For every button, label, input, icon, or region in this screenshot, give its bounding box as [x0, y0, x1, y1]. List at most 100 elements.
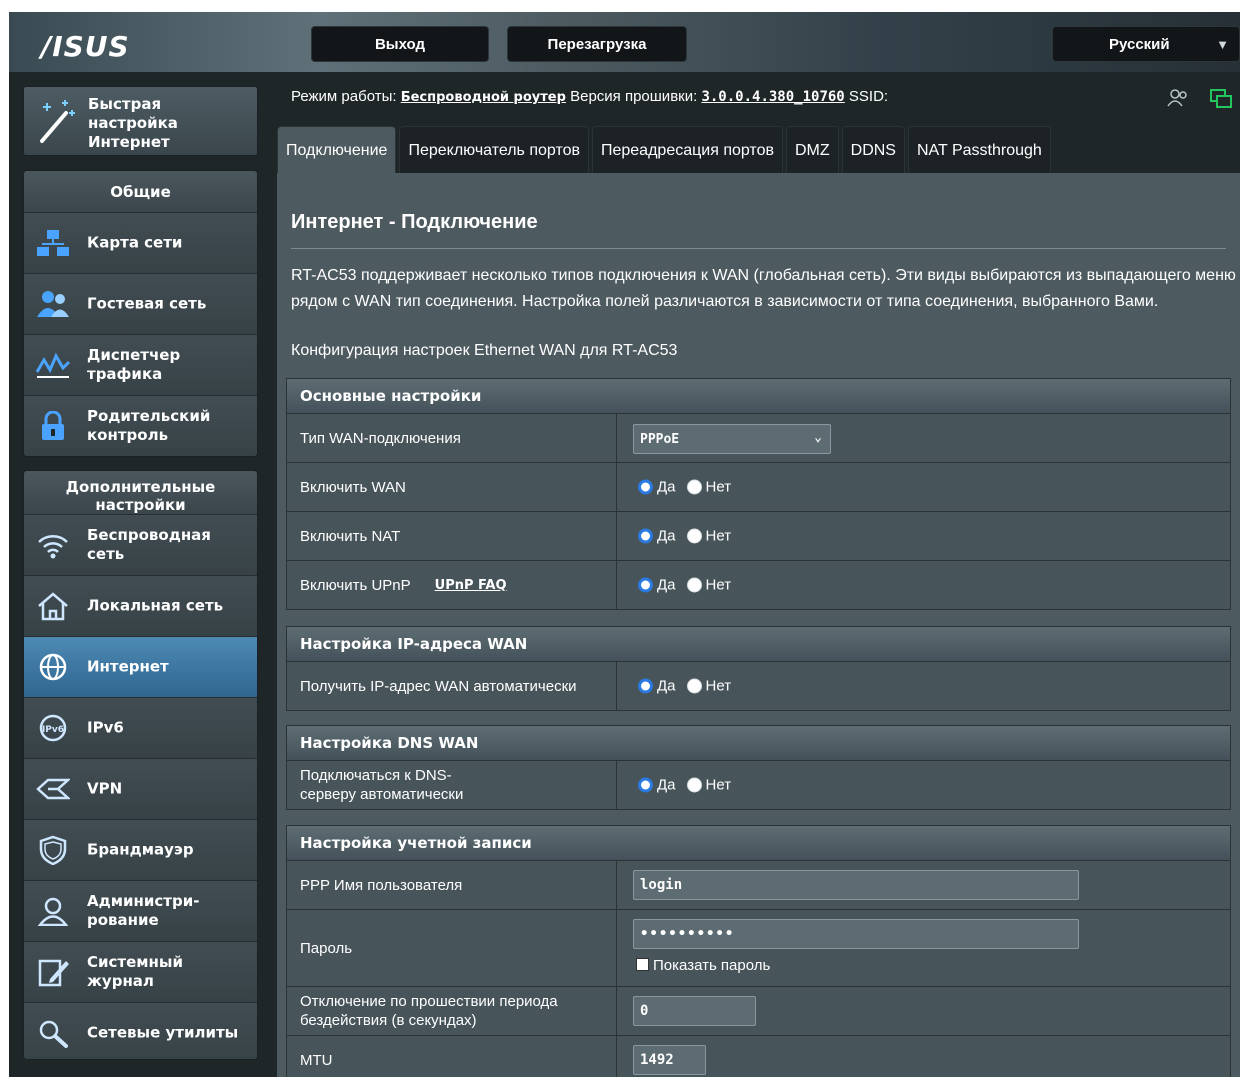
- row-mtu: MTU 1492: [286, 1035, 1231, 1077]
- mtu-input[interactable]: 1492: [633, 1045, 706, 1075]
- sidebar-item-label: Беспроводная сеть: [87, 526, 211, 563]
- admin-user-icon: [37, 897, 69, 926]
- sidebar-item-network-map[interactable]: Карта сети: [24, 213, 257, 274]
- show-password-checkbox[interactable]: [636, 958, 649, 971]
- radio-yes-label: Да: [657, 677, 676, 695]
- radio-yes-label: Да: [657, 527, 676, 545]
- radio-no-label: Нет: [705, 576, 732, 594]
- enable-upnp-no-radio[interactable]: [686, 577, 702, 593]
- sidebar-item-label: Карта сети: [87, 233, 183, 252]
- mtu-label: MTU: [287, 1036, 617, 1077]
- magic-wand-icon: [40, 100, 75, 143]
- title-divider: [291, 248, 1226, 249]
- wan-type-select[interactable]: PPPoE ⌄: [633, 424, 831, 454]
- network-map-icon: [37, 230, 69, 256]
- row-enable-upnp: Включить UPnP UPnP FAQ Да Нет: [286, 560, 1231, 610]
- router-admin-window: /ISUS Выход Перезагрузка Русский ▼ Быстр…: [9, 12, 1240, 1077]
- sidebar-item-internet[interactable]: Интернет: [24, 637, 257, 698]
- enable-wan-yes-radio[interactable]: [638, 479, 653, 495]
- sidebar-item-label: Администри-рование: [87, 892, 200, 929]
- home-icon: [38, 592, 68, 621]
- tab-connection[interactable]: Подключение: [277, 126, 397, 174]
- tab-port-switch[interactable]: Переключатель портов: [399, 126, 589, 174]
- shield-icon: [39, 835, 67, 865]
- language-select[interactable]: Русский ▼: [1052, 26, 1240, 62]
- enable-wan-no-radio[interactable]: [686, 479, 702, 495]
- reboot-button[interactable]: Перезагрузка: [507, 26, 687, 62]
- sidebar-item-system-log[interactable]: Системный журнал: [24, 942, 257, 1003]
- sidebar-item-label: Диспетчер трафика: [87, 346, 181, 383]
- logout-button[interactable]: Выход: [311, 26, 489, 62]
- sidebar-item-label: Сетевые утилиты: [87, 1023, 239, 1042]
- page-title: Интернет - Подключение: [291, 211, 538, 233]
- auto-dns-label: Подключаться к DNS-серверу автоматически: [287, 761, 617, 809]
- section-basic-title: Основные настройки: [286, 378, 1231, 414]
- sidebar-item-traffic-manager[interactable]: Диспетчер трафика: [24, 335, 257, 396]
- sidebar-item-firewall[interactable]: Брандмауэр: [24, 820, 257, 881]
- auto-dns-no-radio[interactable]: [686, 777, 702, 793]
- auto-ip-label: Получить IP-адрес WAN автоматически: [287, 662, 617, 710]
- section-wan-ip-title: Настройка IP-адреса WAN: [286, 626, 1231, 662]
- chevron-down-icon: ▼: [1216, 37, 1229, 52]
- sidebar-item-guest-network[interactable]: Гостевая сеть: [24, 274, 257, 335]
- auto-ip-yes-radio[interactable]: [638, 678, 653, 694]
- config-note: Конфигурация настроек Ethernet WAN для R…: [291, 342, 678, 359]
- row-wan-type: Тип WAN-подключения PPPoE ⌄: [286, 413, 1231, 463]
- row-idle-timeout: Отключение по прошествии периода бездейс…: [286, 986, 1231, 1036]
- username-input[interactable]: login: [633, 870, 1079, 900]
- sidebar-item-label: Локальная сеть: [87, 596, 224, 615]
- operation-mode-link[interactable]: Беспроводной роутер: [401, 90, 566, 105]
- enable-nat-no-radio[interactable]: [686, 528, 702, 544]
- sidebar-item-label: Брандмауэр: [87, 840, 194, 859]
- internet-status-icon[interactable]: [1210, 89, 1232, 108]
- enable-nat-label: Включить NAT: [287, 512, 617, 560]
- row-auto-dns: Подключаться к DNS-серверу автоматически…: [286, 760, 1231, 810]
- row-password: Пароль •••••••••• Показать пароль: [286, 909, 1231, 987]
- sidebar-item-administration[interactable]: Администри-рование: [24, 881, 257, 942]
- tab-ddns[interactable]: DDNS: [841, 126, 905, 174]
- asus-logo[interactable]: /ISUS: [41, 30, 130, 63]
- upnp-faq-link[interactable]: UPnP FAQ: [435, 576, 507, 595]
- ipv6-globe-icon: IPv6: [39, 714, 67, 742]
- sidebar-item-label: Гостевая сеть: [87, 294, 207, 313]
- sidebar-item-network-tools[interactable]: Сетевые утилиты: [24, 1003, 257, 1059]
- status-icons: [1167, 89, 1232, 108]
- auto-dns-yes-radio[interactable]: [638, 777, 653, 793]
- language-label: Русский: [1109, 35, 1170, 53]
- password-label: Пароль: [287, 910, 617, 986]
- sidebar-item-parental-control[interactable]: Родительский контроль: [24, 396, 257, 456]
- firmware-version-link[interactable]: 3.0.0.4.380_10760: [701, 89, 844, 105]
- enable-upnp-yes-radio[interactable]: [638, 577, 653, 593]
- menu-group-general: Общие Карта сети Гостевая сеть Диспетчер…: [23, 170, 258, 457]
- menu-group-advanced: Дополнительные настройки Беспроводная се…: [23, 470, 258, 1060]
- wan-type-value: PPPoE: [640, 431, 680, 447]
- enable-nat-yes-radio[interactable]: [638, 528, 653, 544]
- sidebar-item-label: IPv6: [87, 718, 124, 737]
- top-bar: /ISUS Выход Перезагрузка Русский ▼: [9, 12, 1240, 72]
- auto-ip-no-radio[interactable]: [686, 678, 702, 694]
- clients-icon[interactable]: [1167, 89, 1187, 107]
- sidebar-item-lan[interactable]: Локальная сеть: [24, 576, 257, 637]
- radio-no-label: Нет: [705, 478, 732, 496]
- sidebar-item-vpn[interactable]: VPN: [24, 759, 257, 820]
- group-title-general: Общие: [24, 171, 257, 213]
- operation-mode-label: Режим работы:: [291, 88, 397, 105]
- guest-network-icon: [37, 291, 69, 317]
- parental-lock-icon: [42, 411, 64, 440]
- status-bar: Режим работы: Беспроводной роутер Версия…: [291, 88, 888, 105]
- username-label: PPP Имя пользователя: [287, 861, 617, 909]
- tab-dmz[interactable]: DMZ: [785, 126, 839, 174]
- row-enable-wan: Включить WAN Да Нет: [286, 462, 1231, 512]
- tab-port-forwarding[interactable]: Переадресация портов: [591, 126, 783, 174]
- radio-yes-label: Да: [657, 576, 676, 594]
- idle-timeout-input[interactable]: 0: [633, 996, 756, 1026]
- tab-nat-passthrough[interactable]: NAT Passthrough: [907, 126, 1051, 174]
- sidebar-item-wireless[interactable]: Беспроводная сеть: [24, 515, 257, 576]
- sidebar-item-label: Родительский контроль: [87, 407, 211, 444]
- quick-internet-setup-button[interactable]: Быстрая настройка Интернет: [23, 86, 258, 156]
- radio-no-label: Нет: [705, 776, 732, 794]
- sidebar-item-label: Интернет: [87, 657, 169, 676]
- radio-yes-label: Да: [657, 776, 676, 794]
- password-input[interactable]: ••••••••••: [633, 919, 1079, 949]
- sidebar-item-ipv6[interactable]: IPv6 IPv6: [24, 698, 257, 759]
